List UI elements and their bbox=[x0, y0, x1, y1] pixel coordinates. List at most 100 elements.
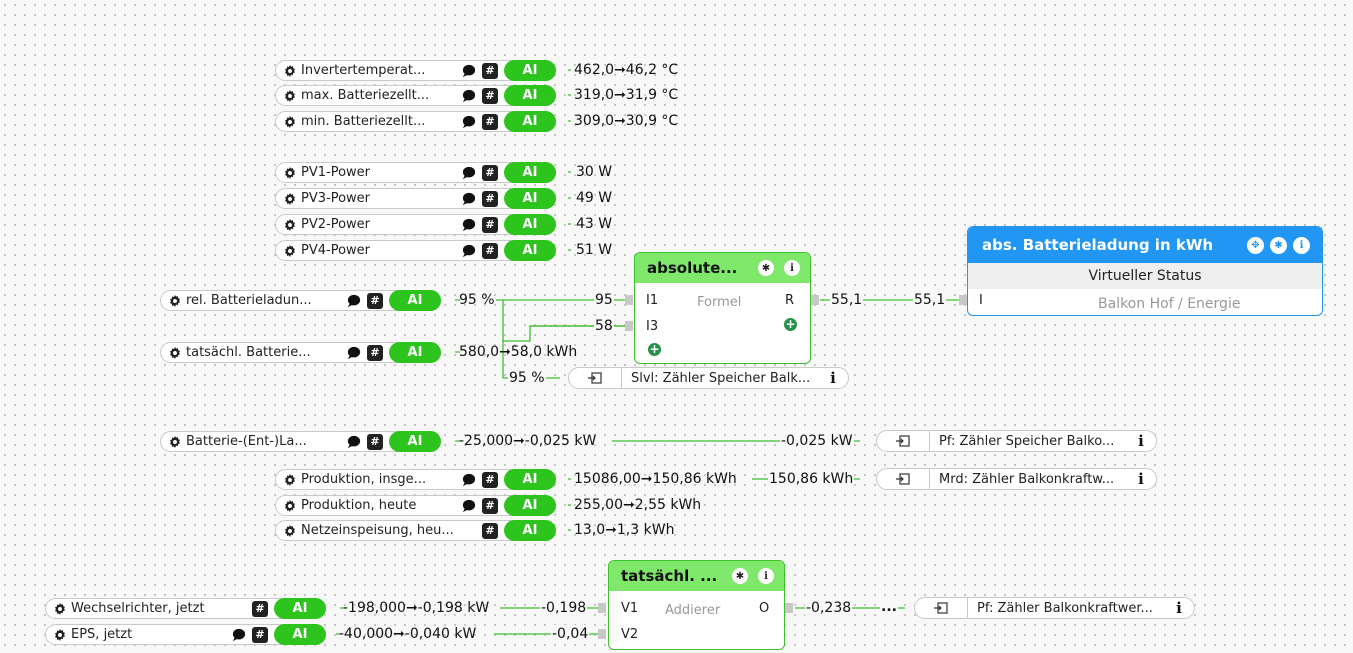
info-icon[interactable]: i bbox=[758, 568, 774, 584]
input-netzeinspeisung-heute[interactable]: Netzeinspeisung, heu... # AI bbox=[275, 520, 556, 541]
formula-i1-port[interactable] bbox=[625, 295, 633, 305]
status-in-port[interactable] bbox=[959, 295, 967, 305]
move-icon[interactable]: ✥ bbox=[1247, 236, 1264, 254]
adder-v1-port[interactable] bbox=[598, 603, 606, 613]
hash-icon[interactable]: # bbox=[367, 292, 383, 309]
input-pv3-power[interactable]: PV3-Power # AI bbox=[275, 188, 556, 209]
ai-badge[interactable]: AI bbox=[504, 85, 556, 106]
hash-icon[interactable]: # bbox=[252, 600, 268, 617]
gear-icon[interactable] bbox=[284, 192, 296, 205]
input-tatsaechl-batterie[interactable]: tatsächl. Batterie... # AI bbox=[160, 342, 441, 363]
gear-icon[interactable] bbox=[284, 89, 296, 102]
gear-icon[interactable] bbox=[284, 115, 296, 128]
adder-o-port[interactable] bbox=[785, 603, 793, 613]
ai-badge[interactable]: AI bbox=[504, 111, 556, 132]
ai-badge[interactable]: AI bbox=[389, 290, 441, 311]
comment-icon[interactable] bbox=[462, 89, 476, 103]
comment-icon[interactable] bbox=[462, 499, 476, 513]
hash-icon[interactable]: # bbox=[482, 190, 498, 207]
comment-icon[interactable] bbox=[462, 115, 476, 129]
input-max-batteriezelltemp[interactable]: max. Batteriezellt... # AI bbox=[275, 85, 556, 106]
formula-i3-port[interactable] bbox=[625, 321, 633, 331]
hash-icon[interactable]: # bbox=[482, 216, 498, 233]
adder-block[interactable]: tatsächl. ... ✱ i V1 Addierer O V2 bbox=[608, 560, 785, 650]
info-icon[interactable]: i bbox=[784, 260, 800, 276]
hash-icon[interactable]: # bbox=[482, 87, 498, 104]
input-min-batteriezelltemp[interactable]: min. Batteriezellt... # AI bbox=[275, 111, 556, 132]
output-pf-zaehler-speicher[interactable]: Pf: Zähler Speicher Balko... i bbox=[876, 430, 1157, 452]
hash-icon[interactable]: # bbox=[252, 626, 268, 643]
adder-v2-port[interactable] bbox=[598, 629, 606, 639]
comment-icon[interactable] bbox=[232, 628, 246, 642]
gear-icon[interactable] bbox=[284, 499, 296, 512]
gear-icon[interactable] bbox=[284, 64, 296, 77]
gear-icon[interactable]: ✱ bbox=[758, 260, 774, 276]
comment-icon[interactable] bbox=[462, 218, 476, 232]
comment-icon[interactable] bbox=[462, 244, 476, 258]
formula-block[interactable]: absolute... ✱ i I1 Formel R I3 + + bbox=[634, 252, 811, 364]
ai-badge[interactable]: AI bbox=[274, 598, 326, 619]
ai-badge[interactable]: AI bbox=[389, 342, 441, 363]
gear-icon[interactable] bbox=[284, 473, 296, 486]
input-pv1-power[interactable]: PV1-Power # AI bbox=[275, 162, 556, 183]
input-wechselrichter-jetzt[interactable]: Wechselrichter, jetzt # AI bbox=[45, 598, 326, 619]
hash-icon[interactable]: # bbox=[482, 113, 498, 130]
gear-icon[interactable]: ✱ bbox=[732, 568, 748, 584]
input-rel-batterieladung[interactable]: rel. Batterieladun... # AI bbox=[160, 290, 441, 311]
comment-icon[interactable] bbox=[347, 346, 361, 360]
comment-icon[interactable] bbox=[462, 64, 476, 78]
hash-icon[interactable]: # bbox=[367, 433, 383, 450]
comment-icon[interactable] bbox=[347, 435, 361, 449]
comment-icon[interactable] bbox=[347, 294, 361, 308]
input-invertertemperatur[interactable]: Invertertemperat... # AI bbox=[275, 60, 556, 81]
gear-icon[interactable] bbox=[284, 166, 296, 179]
comment-icon[interactable] bbox=[462, 192, 476, 206]
gear-icon[interactable] bbox=[169, 435, 181, 448]
output-mrd-zaehler[interactable]: Mrd: Zähler Balkonkraftw... i bbox=[876, 468, 1157, 490]
input-produktion-insgesamt[interactable]: Produktion, insge... # AI bbox=[275, 469, 556, 490]
gear-icon[interactable] bbox=[169, 294, 181, 307]
hash-icon[interactable]: # bbox=[482, 471, 498, 488]
hash-icon[interactable]: # bbox=[482, 242, 498, 259]
ai-badge[interactable]: AI bbox=[504, 240, 556, 261]
input-pv2-power[interactable]: PV2-Power # AI bbox=[275, 214, 556, 235]
hash-icon[interactable]: # bbox=[482, 522, 498, 539]
formula-r-port[interactable] bbox=[811, 295, 819, 305]
virtual-status-header[interactable]: abs. Batterieladung in kWh ✥ ✱ i bbox=[968, 227, 1322, 263]
ai-badge[interactable]: AI bbox=[389, 431, 441, 452]
add-output-icon[interactable]: + bbox=[784, 318, 797, 331]
gear-icon[interactable] bbox=[284, 218, 296, 231]
output-pf-zaehler-balkonkraftwerk[interactable]: Pf: Zähler Balkonkraftwer... i bbox=[914, 597, 1195, 619]
info-icon[interactable]: i bbox=[1174, 599, 1184, 617]
input-pv4-power[interactable]: PV4-Power # AI bbox=[275, 240, 556, 261]
gear-icon[interactable] bbox=[284, 524, 296, 537]
hash-icon[interactable]: # bbox=[482, 164, 498, 181]
hash-icon[interactable]: # bbox=[367, 344, 383, 361]
ai-badge[interactable]: AI bbox=[504, 188, 556, 209]
comment-icon[interactable] bbox=[462, 166, 476, 180]
info-icon[interactable]: i bbox=[1293, 236, 1310, 254]
gear-icon[interactable] bbox=[169, 346, 181, 359]
input-produktion-heute[interactable]: Produktion, heute # AI bbox=[275, 495, 556, 516]
input-batterie-entladung[interactable]: Batterie-(Ent-)La... # AI bbox=[160, 431, 441, 452]
gear-icon[interactable] bbox=[284, 244, 296, 257]
ai-badge[interactable]: AI bbox=[504, 60, 556, 81]
hash-icon[interactable]: # bbox=[482, 497, 498, 514]
formula-header[interactable]: absolute... ✱ i bbox=[635, 253, 810, 283]
ai-badge[interactable]: AI bbox=[504, 495, 556, 516]
add-input-icon[interactable]: + bbox=[648, 343, 661, 356]
gear-icon[interactable] bbox=[54, 602, 66, 615]
ai-badge[interactable]: AI bbox=[274, 624, 326, 645]
ai-badge[interactable]: AI bbox=[504, 214, 556, 235]
virtual-status-block[interactable]: abs. Batterieladung in kWh ✥ ✱ i Virtuel… bbox=[967, 226, 1323, 316]
hash-icon[interactable]: # bbox=[482, 62, 498, 79]
info-icon[interactable]: i bbox=[1136, 470, 1146, 488]
ai-badge[interactable]: AI bbox=[504, 162, 556, 183]
input-eps-jetzt[interactable]: EPS, jetzt # AI bbox=[45, 624, 326, 645]
info-icon[interactable]: i bbox=[828, 369, 838, 387]
info-icon[interactable]: i bbox=[1136, 432, 1146, 450]
ai-badge[interactable]: AI bbox=[504, 520, 556, 541]
gear-icon[interactable] bbox=[54, 628, 66, 641]
ai-badge[interactable]: AI bbox=[504, 469, 556, 490]
gear-icon[interactable]: ✱ bbox=[1270, 236, 1287, 254]
